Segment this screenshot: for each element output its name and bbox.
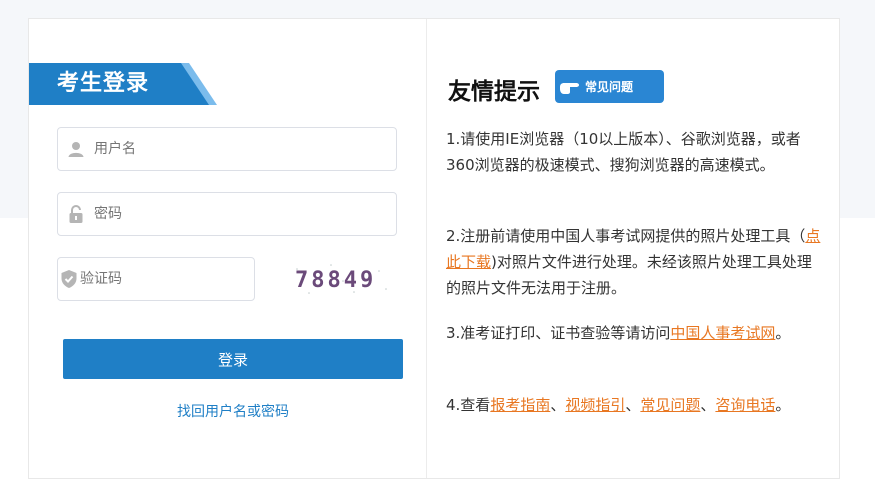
tip-2-prefix: 2.注册前请使用中国人事考试网提供的照片处理工具（ (446, 227, 806, 245)
lock-icon (58, 192, 94, 236)
tip-4: 4.查看报考指南、视频指引、常见问题、咨询电话。 (446, 392, 824, 418)
tip-4-sep-2: 、 (625, 396, 641, 414)
password-input[interactable] (94, 194, 396, 234)
login-button[interactable]: 登录 (63, 339, 403, 379)
panel-divider (426, 19, 427, 478)
captcha-text: 78849 (295, 268, 376, 293)
faq-link[interactable]: 常见问题 (640, 396, 700, 414)
tip-2-suffix: )对照片文件进行处理。未经该照片处理工具处理的照片文件无法用于注册。 (446, 253, 812, 297)
faq-badge-button[interactable]: 常见问题 (555, 70, 664, 103)
tip-4-sep-1: 、 (550, 396, 566, 414)
hotline-link[interactable]: 咨询电话 (715, 396, 775, 414)
exam-guide-link[interactable]: 报考指南 (490, 396, 550, 414)
tip-4-sep-3: 、 (700, 396, 716, 414)
tip-4-suffix: 。 (775, 396, 791, 414)
user-icon (58, 127, 94, 171)
video-guide-link[interactable]: 视频指引 (565, 396, 625, 414)
captcha-field[interactable] (57, 257, 255, 301)
captcha-input[interactable] (80, 259, 254, 299)
login-title-ribbon: 考生登录 (29, 63, 217, 105)
tip-3-prefix: 3.准考证打印、证书查验等请访问 (446, 324, 671, 342)
cpta-website-link[interactable]: 中国人事考试网 (670, 324, 775, 342)
tip-1-text: 1.请使用IE浏览器（10以上版本）、谷歌浏览器，或者360浏览器的极速模式、搜… (446, 130, 801, 174)
shield-check-icon (58, 257, 80, 301)
pointing-hand-icon (555, 70, 585, 103)
login-title: 考生登录 (57, 71, 150, 96)
tip-3-suffix: 。 (775, 324, 791, 342)
faq-badge-label: 常见问题 (585, 80, 634, 94)
tip-2: 2.注册前请使用中国人事考试网提供的照片处理工具（点此下载)对照片文件进行处理。… (446, 223, 824, 301)
tip-3: 3.准考证打印、证书查验等请访问中国人事考试网。 (446, 320, 824, 346)
username-input[interactable] (94, 129, 396, 169)
recover-account-link[interactable]: 找回用户名或密码 (63, 401, 403, 421)
password-field[interactable] (57, 192, 397, 236)
tip-1: 1.请使用IE浏览器（10以上版本）、谷歌浏览器，或者360浏览器的极速模式、搜… (446, 126, 824, 178)
captcha-image[interactable]: 78849 (291, 259, 391, 299)
tip-4-prefix: 4.查看 (446, 396, 491, 414)
username-field[interactable] (57, 127, 397, 171)
tips-title: 友情提示 (448, 79, 540, 105)
